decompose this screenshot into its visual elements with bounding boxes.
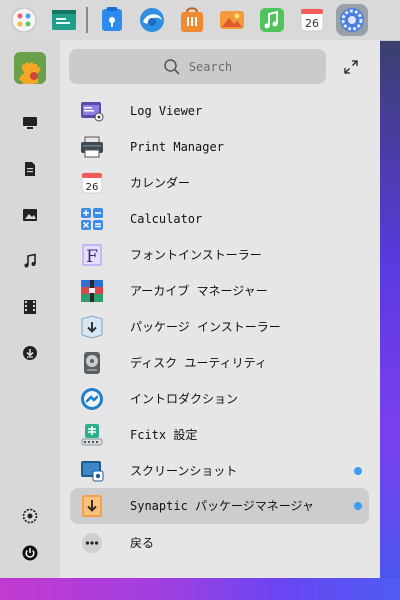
sidebar-picture-icon[interactable] <box>14 199 46 231</box>
dock-image-viewer-icon[interactable] <box>216 4 248 36</box>
back-button[interactable]: 戻る <box>70 525 369 561</box>
new-app-indicator <box>354 502 362 510</box>
dock-terminal-icon[interactable] <box>48 4 80 36</box>
new-app-indicator <box>354 467 362 475</box>
expand-fullscreen-icon[interactable] <box>340 56 362 78</box>
dock-separator <box>86 7 88 33</box>
synaptic-icon <box>80 494 104 518</box>
launcher-panel: Search Log Viewer Print Manager 26 カレンダー… <box>0 40 380 578</box>
sidebar-computer-icon[interactable] <box>14 107 46 139</box>
dock-music-icon[interactable] <box>256 4 288 36</box>
app-item-font-installer[interactable]: F フォントインストーラー <box>70 237 369 273</box>
log-viewer-icon <box>80 99 104 123</box>
app-item-calculator[interactable]: Calculator <box>70 201 369 237</box>
app-label: Calculator <box>130 212 203 226</box>
back-label: 戻る <box>130 536 155 550</box>
archive-manager-icon <box>80 279 104 303</box>
calendar-day: 26 <box>86 182 99 193</box>
calculator-icon <box>80 207 104 231</box>
sidebar-power-icon[interactable] <box>14 537 46 569</box>
app-item-archive-manager[interactable]: アーカイブ マネージャー <box>70 273 369 309</box>
desktop-wallpaper-right <box>380 40 400 600</box>
font-glyph: F <box>86 247 98 267</box>
app-label: Fcitx 設定 <box>130 428 198 442</box>
app-item-calendar[interactable]: 26 カレンダー <box>70 165 369 201</box>
calendar-icon: 26 <box>80 171 104 195</box>
introduction-icon <box>80 387 104 411</box>
dock-calendar-icon[interactable]: 26 <box>296 4 328 36</box>
search-field[interactable]: Search <box>69 49 326 84</box>
sidebar-video-icon[interactable] <box>14 291 46 323</box>
app-label: カレンダー <box>130 176 191 190</box>
app-item-package-installer[interactable]: パッケージ インストーラー <box>70 309 369 345</box>
app-item-introduction[interactable]: イントロダクション <box>70 381 369 417</box>
app-item-fcitx-settings[interactable]: Fcitx 設定 <box>70 417 369 453</box>
app-label: スクリーンショット <box>130 464 238 478</box>
app-label: Print Manager <box>130 140 224 154</box>
app-label: Synaptic パッケージマネージャ <box>130 499 314 513</box>
fcitx-settings-icon <box>80 423 104 447</box>
app-label: Log Viewer <box>130 104 203 118</box>
search-icon <box>164 58 180 75</box>
sidebar-document-icon[interactable] <box>14 153 46 185</box>
dock-file-manager-icon[interactable] <box>96 4 128 36</box>
app-label: ディスク ユーティリティ <box>130 356 267 370</box>
package-installer-icon <box>80 315 104 339</box>
launcher-sidebar <box>0 40 60 578</box>
desktop-wallpaper-bottom <box>0 578 400 600</box>
app-item-print-manager[interactable]: Print Manager <box>70 129 369 165</box>
dock-launcher-icon[interactable] <box>8 4 40 36</box>
dock-calendar-day: 26 <box>305 17 319 30</box>
screenshot-icon <box>80 459 104 483</box>
sidebar-settings-icon[interactable] <box>14 500 46 532</box>
dock-settings-icon[interactable] <box>336 4 368 36</box>
back-icon <box>80 531 104 555</box>
app-item-synaptic[interactable]: Synaptic パッケージマネージャ <box>70 488 369 524</box>
dock-browser-icon[interactable] <box>136 4 168 36</box>
dock-app-store-icon[interactable] <box>176 4 208 36</box>
app-label: フォントインストーラー <box>130 248 262 262</box>
search-placeholder: Search <box>188 59 233 74</box>
app-item-screenshot[interactable]: スクリーンショット <box>70 453 369 489</box>
app-label: イントロダクション <box>130 392 239 406</box>
app-label: アーカイブ マネージャー <box>130 284 268 298</box>
font-installer-icon: F <box>80 243 104 267</box>
dock: 26 <box>0 0 400 41</box>
app-item-disk-utility[interactable]: ディスク ユーティリティ <box>70 345 369 381</box>
printer-icon <box>80 135 104 159</box>
app-label: パッケージ インストーラー <box>130 320 281 334</box>
user-avatar[interactable] <box>14 52 46 84</box>
app-item-log-viewer[interactable]: Log Viewer <box>70 93 369 129</box>
sidebar-download-icon[interactable] <box>14 337 46 369</box>
sidebar-music-icon[interactable] <box>14 245 46 277</box>
disk-utility-icon <box>80 351 104 375</box>
